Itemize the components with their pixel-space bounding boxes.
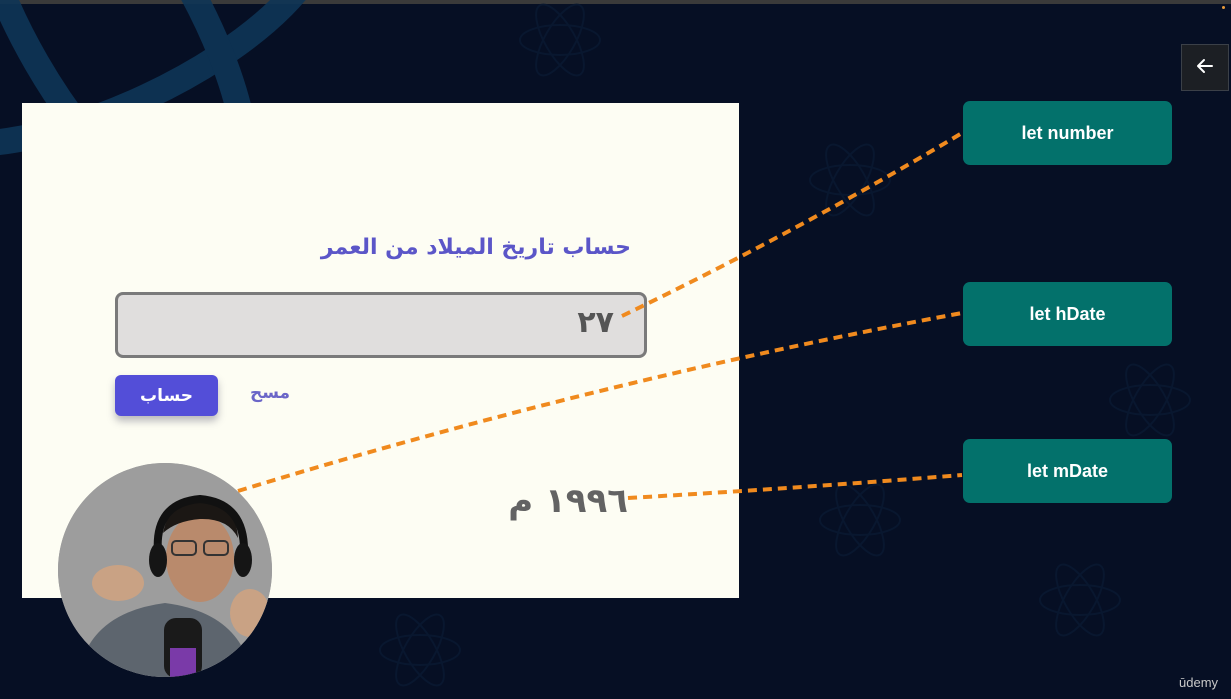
udemy-watermark: ūdemy (1179, 675, 1219, 690)
variable-box-hdate: let hDate (963, 282, 1172, 346)
webcam-presenter (58, 463, 272, 677)
birth-year-result: ١٩٩٦ م (508, 481, 628, 521)
variable-box-number: let number (963, 101, 1172, 165)
page-title: حساب تاريخ الميلاد من العمر (320, 235, 631, 260)
back-button[interactable] (1181, 44, 1229, 91)
corner-indicator (1222, 6, 1225, 9)
calculate-button[interactable]: حساب (115, 375, 218, 416)
arrow-left-icon (1195, 56, 1215, 80)
age-input[interactable]: ٢٧ (115, 292, 647, 358)
variable-box-mdate: let mDate (963, 439, 1172, 503)
clear-button[interactable]: مسح (244, 383, 296, 411)
